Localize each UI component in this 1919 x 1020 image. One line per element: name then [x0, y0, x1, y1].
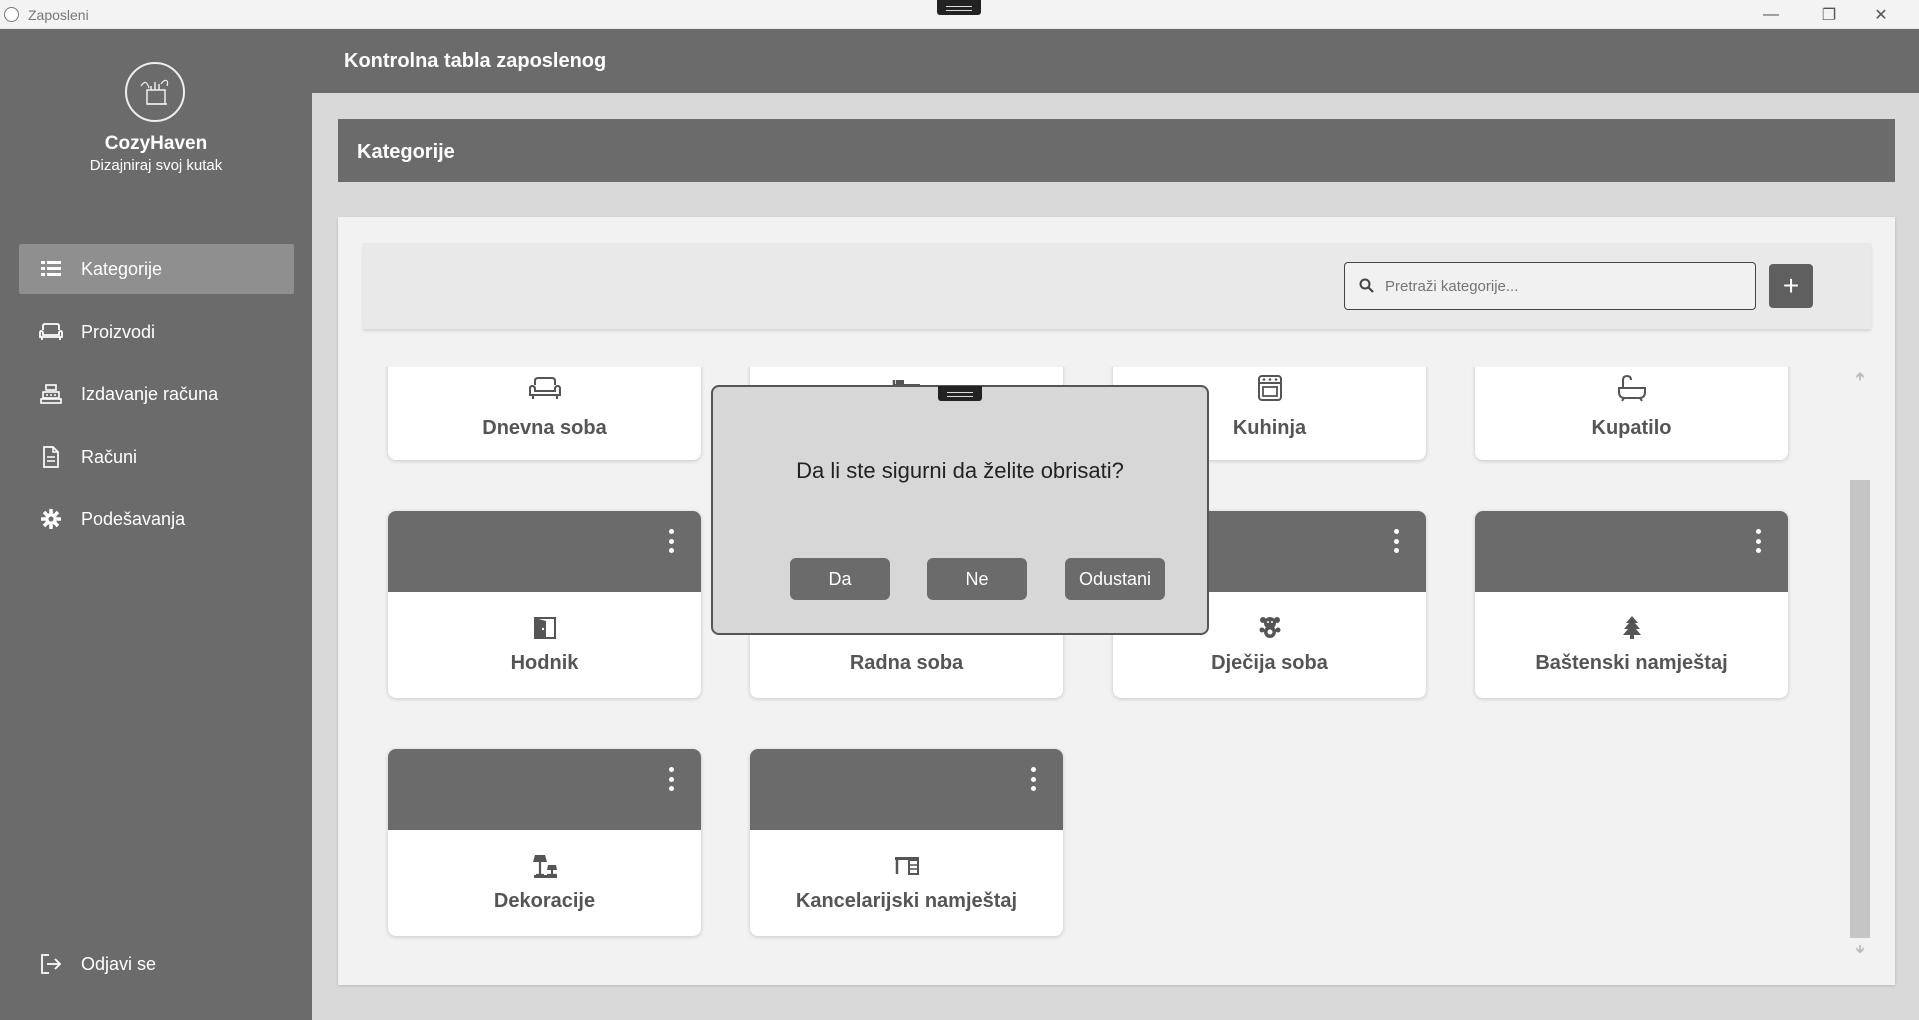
more-vertical-icon[interactable] [1029, 767, 1037, 791]
list-icon [39, 257, 63, 281]
cancel-button[interactable]: Odustani [1065, 558, 1165, 600]
app-icon [4, 7, 19, 22]
category-name: Radna soba [849, 652, 964, 674]
close-button[interactable]: ✕ [1858, 0, 1904, 29]
category-name: Dječija soba [1211, 652, 1328, 674]
add-category-button[interactable]: + [1769, 264, 1813, 308]
office-desk-icon [750, 855, 1063, 875]
sofa-icon [388, 376, 701, 400]
sidebar-item-label: Podešavanja [81, 508, 186, 529]
confirm-delete-dialog: Da li ste sigurni da želite obrisati? Da… [711, 385, 1209, 635]
page-title: Kontrolna tabla zaposlenog [344, 50, 607, 72]
category-name: Dnevna soba [482, 417, 607, 439]
section-header: Kategorije [338, 119, 1895, 182]
brand-logo [125, 62, 185, 122]
sofa-icon [39, 320, 63, 344]
window-title: Zaposleni [28, 7, 89, 23]
dialog-drag-handle[interactable] [938, 386, 982, 401]
page-header: Kontrolna tabla zaposlenog [312, 29, 1919, 93]
sidebar-item-label: Računi [81, 446, 138, 467]
scroll-down-arrow[interactable]: 🡻 [1851, 940, 1869, 960]
sidebar-item-label: Kategorije [81, 258, 163, 279]
category-name: Hodnik [510, 652, 579, 674]
category-card-header [750, 749, 1063, 830]
category-card[interactable]: Baštenski namještaj [1475, 511, 1788, 698]
no-button[interactable]: Ne [927, 558, 1027, 600]
logout-button[interactable]: Odjavi se [19, 939, 294, 989]
lamp-icon [388, 853, 701, 879]
more-vertical-icon[interactable] [667, 767, 675, 791]
cash-register-icon [39, 382, 63, 406]
sidebar: CozyHaven Dizajniraj svoj kutak Kategori… [0, 29, 312, 1020]
scrollbar-thumb[interactable] [1850, 480, 1870, 938]
sidebar-item-podesavanja[interactable]: Podešavanja [19, 494, 294, 544]
sidebar-item-kategorije[interactable]: Kategorije [19, 244, 294, 294]
sidebar-item-proizvodi[interactable]: Proizvodi [19, 307, 294, 357]
category-card-header [1475, 511, 1788, 592]
yes-button[interactable]: Da [790, 558, 890, 600]
more-vertical-icon[interactable] [1754, 529, 1762, 553]
category-name: Dekoracije [493, 890, 596, 912]
window-drag-handle[interactable] [937, 0, 981, 15]
category-card[interactable]: Dekoracije [388, 749, 701, 936]
logout-icon [39, 952, 63, 976]
search-input[interactable] [1385, 277, 1745, 295]
sidebar-item-label: Izdavanje računa [81, 383, 219, 404]
brand-tagline: Dizajniraj svoj kutak [89, 157, 223, 174]
category-card-header [388, 749, 701, 830]
category-card[interactable]: Kupatilo [1475, 367, 1788, 460]
bathtub-icon [1475, 374, 1788, 402]
door-icon [388, 616, 701, 640]
dialog-message: Da li ste sigurni da želite obrisati? [796, 458, 1124, 483]
section-title: Kategorije [357, 141, 455, 163]
more-vertical-icon[interactable] [667, 529, 675, 553]
category-card-header [388, 511, 701, 592]
category-name: Kupatilo [1591, 417, 1672, 439]
category-card[interactable]: Kancelarijski namještaj [750, 749, 1063, 936]
window-titlebar: Zaposleni — ❐ ✕ [0, 0, 1919, 29]
category-card[interactable]: Dnevna soba [388, 367, 701, 460]
search-box[interactable] [1344, 262, 1756, 310]
tree-icon [1475, 615, 1788, 639]
search-icon [1359, 278, 1375, 294]
category-card[interactable]: Hodnik [388, 511, 701, 698]
category-name: Baštenski namještaj [1535, 652, 1728, 674]
sidebar-item-racuni[interactable]: Računi [19, 432, 294, 482]
category-name: Kancelarijski namještaj [795, 890, 1018, 912]
logout-label: Odjavi se [81, 953, 157, 974]
scroll-up-arrow[interactable]: 🡹 [1851, 367, 1869, 387]
minimize-button[interactable]: — [1748, 0, 1794, 29]
more-vertical-icon[interactable] [1392, 529, 1400, 553]
maximize-button[interactable]: ❐ [1806, 0, 1852, 29]
sidebar-item-izdavanje-racuna[interactable]: Izdavanje računa [19, 369, 294, 419]
document-icon [39, 445, 63, 469]
gear-icon [39, 507, 63, 531]
brand-name: CozyHaven [104, 133, 208, 154]
sidebar-item-label: Proizvodi [81, 321, 156, 342]
